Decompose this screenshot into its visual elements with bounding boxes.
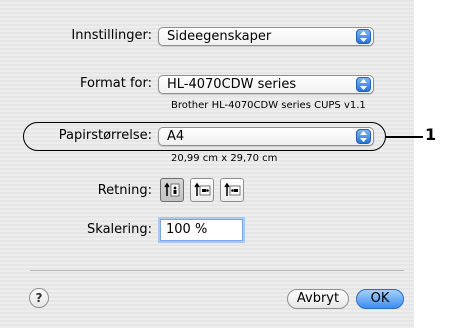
orientation-landscape-right-button[interactable] bbox=[220, 178, 244, 202]
landscape-left-icon bbox=[194, 182, 211, 196]
separator bbox=[30, 270, 404, 271]
orientation-label: Retning: bbox=[97, 183, 152, 198]
format-popup[interactable]: HL-4070CDW series bbox=[158, 75, 374, 94]
scaling-label: Skalering: bbox=[87, 222, 152, 237]
popup-arrows-icon bbox=[356, 129, 371, 144]
format-popup-value: HL-4070CDW series bbox=[167, 77, 297, 92]
portrait-icon bbox=[164, 182, 180, 197]
cancel-button[interactable]: Avbryt bbox=[287, 289, 349, 309]
format-description: Brother HL-4070CDW series CUPS v1.1 bbox=[171, 100, 366, 111]
callout-line bbox=[385, 136, 423, 138]
paper-size-popup[interactable]: A4 bbox=[158, 127, 374, 146]
callout-number: 1 bbox=[425, 125, 437, 144]
settings-popup[interactable]: Sideegenskaper bbox=[158, 27, 374, 46]
paper-size-label: Papirstørrelse: bbox=[58, 128, 152, 143]
paper-dimensions: 20,99 cm x 29,70 cm bbox=[171, 153, 278, 164]
help-button[interactable]: ? bbox=[29, 288, 49, 308]
popup-arrows-icon bbox=[356, 29, 371, 44]
ok-button[interactable]: OK bbox=[356, 289, 404, 309]
page-setup-dialog: Innstillinger: Sideegenskaper Format for… bbox=[0, 0, 414, 328]
scaling-input[interactable]: 100 % bbox=[160, 219, 243, 241]
landscape-right-icon bbox=[224, 182, 241, 196]
popup-arrows-icon bbox=[356, 77, 371, 92]
settings-label: Innstillinger: bbox=[71, 28, 152, 43]
paper-size-popup-value: A4 bbox=[167, 129, 185, 144]
orientation-portrait-button[interactable] bbox=[160, 178, 184, 202]
settings-popup-value: Sideegenskaper bbox=[167, 29, 272, 44]
format-label: Format for: bbox=[80, 76, 152, 91]
orientation-landscape-left-button[interactable] bbox=[190, 178, 214, 202]
